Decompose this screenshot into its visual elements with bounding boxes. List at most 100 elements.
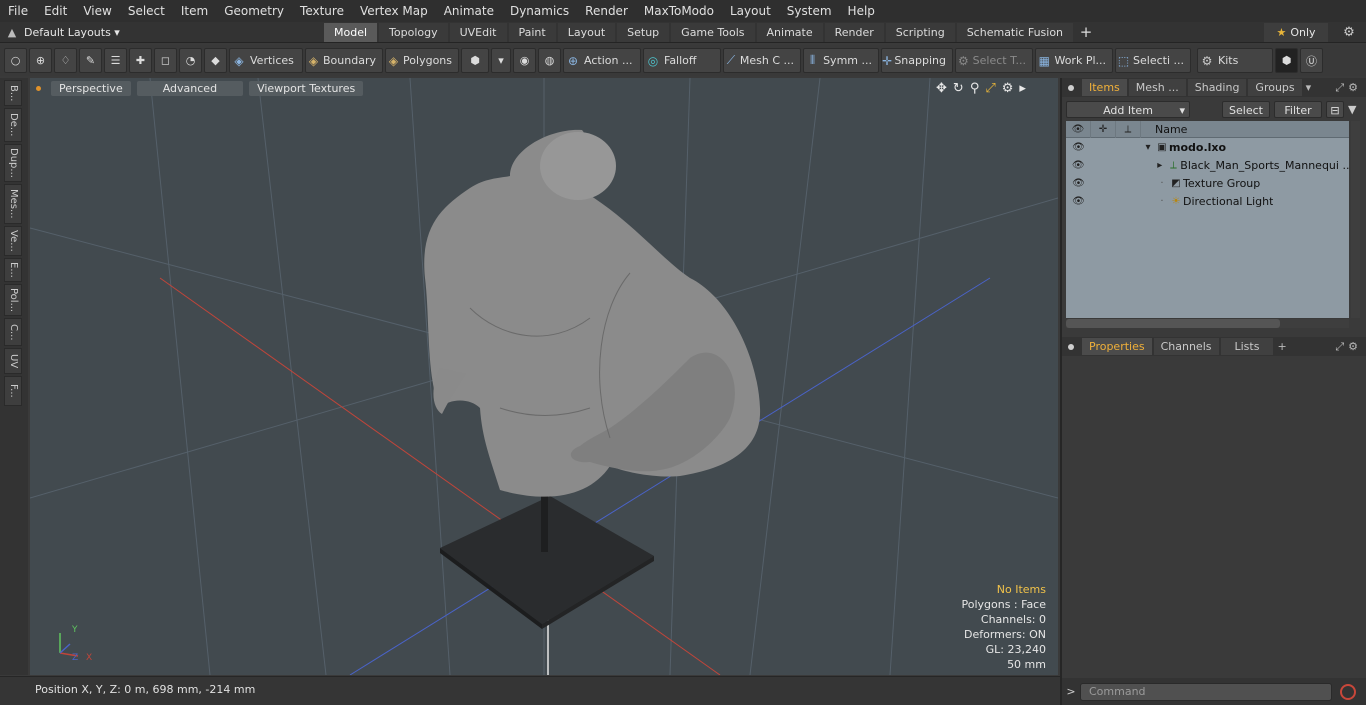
tab-scripting[interactable]: Scripting (885, 22, 955, 42)
menu-file[interactable]: File (0, 0, 36, 22)
only-toggle[interactable]: ★ Only (1264, 22, 1328, 42)
work-plane-button[interactable]: ▦ Work Pl... (1035, 48, 1113, 73)
orbit-icon[interactable]: ↻ (953, 81, 964, 96)
tab-shading[interactable]: Shading (1187, 79, 1247, 96)
tab-properties[interactable]: Properties (1082, 338, 1152, 355)
tab-paint[interactable]: Paint (508, 22, 556, 42)
item-mode-icon[interactable]: ◆ (204, 48, 227, 73)
tab-uvedit[interactable]: UVEdit (449, 22, 507, 42)
action-center-button[interactable]: ⊕ Action ... (563, 48, 641, 73)
gear-icon[interactable]: ⚙ (1338, 25, 1360, 40)
menu-render[interactable]: Render (577, 0, 636, 22)
viewport-gear-icon[interactable]: ⚙ (1002, 81, 1014, 96)
globe-icon[interactable]: ⊕ (29, 48, 52, 73)
tab-layout[interactable]: Layout (557, 22, 616, 42)
render-column-icon[interactable]: ⟂ (1116, 120, 1141, 138)
left-tab-curve[interactable]: C... (4, 318, 22, 346)
tab-topology[interactable]: Topology (379, 22, 448, 42)
symmetry-button[interactable]: ⫴ Symm ... (803, 48, 879, 73)
tab-schematic-fusion[interactable]: Schematic Fusion (956, 22, 1074, 42)
menu-item[interactable]: Item (173, 0, 216, 22)
tab-render[interactable]: Render (824, 22, 884, 42)
visibility-column-icon[interactable]: 👁 (1066, 120, 1091, 138)
tab-groups[interactable]: Groups (1248, 79, 1302, 96)
menu-view[interactable]: View (75, 0, 119, 22)
tree-row[interactable]: 👁 ▸ ⟂ Black_Man_Sports_Mannequi ... (1066, 156, 1349, 174)
tree-row[interactable]: 👁 ▾ ▣ modo.lxo (1066, 138, 1349, 156)
left-tab-polygon[interactable]: Pol... (4, 284, 22, 316)
eye-icon[interactable]: 👁 (1066, 139, 1091, 156)
layout-collapse-icon[interactable]: ▲ (0, 26, 24, 39)
tab-animate[interactable]: Animate (756, 22, 823, 42)
panel-maximize-gear-icon[interactable]: ⤢⚙ (1335, 81, 1362, 95)
left-tab-duplicate[interactable]: Dup... (4, 144, 22, 182)
left-tab-edge[interactable]: E... (4, 258, 22, 282)
left-tab-vertex[interactable]: Ve... (4, 226, 22, 256)
advanced-button[interactable]: Advanced (136, 80, 244, 96)
viewport-options-dot-icon[interactable] (36, 85, 41, 91)
panel-dot-icon[interactable] (1068, 84, 1074, 91)
scrollbar-thumb[interactable] (1066, 319, 1280, 328)
mesh-constraint-button[interactable]: ⟋ Mesh C ... (723, 48, 801, 73)
eye-icon[interactable]: 👁 (1066, 175, 1091, 192)
eye-icon[interactable]: 👁 (1066, 193, 1091, 210)
eye-icon[interactable]: 👁 (1066, 157, 1090, 174)
tab-lists[interactable]: Lists (1220, 338, 1274, 355)
lock-column-icon[interactable]: ✛ (1091, 120, 1116, 138)
menu-select[interactable]: Select (120, 0, 173, 22)
filter-button[interactable]: Filter (1274, 100, 1322, 118)
scale-icon[interactable]: ◻ (154, 48, 177, 73)
zoom-icon[interactable]: ⚲ (970, 81, 980, 96)
tab-game-tools[interactable]: Game Tools (671, 22, 755, 42)
unreal-icon[interactable]: Ⓤ (1300, 48, 1323, 73)
select-circle-icon[interactable]: ○ (4, 48, 27, 73)
tab-channels[interactable]: Channels (1153, 338, 1219, 355)
add-tab-icon[interactable]: + (1075, 23, 1097, 41)
pen-icon[interactable]: ♢ (54, 48, 77, 73)
tab-model[interactable]: Model (324, 22, 378, 42)
add-panel-tab-icon[interactable]: + (1277, 340, 1286, 353)
3d-viewport[interactable]: Y X Z Perspective Advanced Viewport Text… (30, 78, 1058, 675)
add-item-button[interactable]: Add Item ▾ (1066, 100, 1190, 118)
material-icon[interactable]: ⬢ (461, 48, 489, 73)
menu-maxtomodo[interactable]: MaxToModo (636, 0, 722, 22)
menu-system[interactable]: System (779, 0, 840, 22)
command-input[interactable]: Command (1080, 682, 1332, 701)
tree-row[interactable]: 👁 · ◩ Texture Group (1066, 174, 1349, 192)
pan-icon[interactable]: ✥ (936, 81, 947, 96)
panel-maximize-gear-icon[interactable]: ⤢⚙ (1335, 340, 1362, 354)
funnel-icon[interactable]: ▼ (1348, 103, 1356, 116)
chevron-down-icon[interactable]: ▾ (491, 48, 511, 73)
rotate-icon[interactable]: ◔ (179, 48, 202, 73)
maximize-icon[interactable]: ⤢ (985, 81, 995, 96)
viewport-textures-button[interactable]: Viewport Textures (249, 80, 364, 96)
left-tab-fusion[interactable]: F... (4, 376, 22, 406)
expand-arrow-icon[interactable]: ▾ (1141, 142, 1155, 153)
polygons-button[interactable]: ◈ Polygons (385, 48, 459, 73)
more-tabs-icon[interactable]: ▾ (1306, 81, 1312, 94)
symmetry-sphere-icon[interactable]: ◉ (513, 48, 536, 73)
tree-vertical-scrollbar[interactable] (1351, 121, 1360, 318)
select-button[interactable]: Select (1222, 100, 1270, 118)
select-through-button[interactable]: ⚙ Select T... (955, 48, 1033, 73)
left-tab-deform[interactable]: De... (4, 108, 22, 142)
left-tab-mesh-edit[interactable]: Mes... (4, 184, 22, 224)
expand-arrow-icon[interactable]: ▸ (1153, 160, 1167, 171)
transform-icon[interactable]: ✚ (129, 48, 152, 73)
sphere-icon[interactable]: ◍ (538, 48, 561, 73)
viewport-play-icon[interactable]: ▸ (1019, 81, 1026, 96)
left-tab-basic[interactable]: B... (4, 80, 22, 106)
kits-button[interactable]: ⚙ Kits (1197, 48, 1273, 73)
left-tab-uv[interactable]: UV (4, 348, 22, 374)
menu-dynamics[interactable]: Dynamics (502, 0, 577, 22)
menu-texture[interactable]: Texture (292, 0, 352, 22)
selection-sets-button[interactable]: ⬚ Selecti ... (1115, 48, 1191, 73)
collapse-icon[interactable]: ⊟ (1326, 100, 1344, 118)
vertices-button[interactable]: ◈ Vertices (229, 48, 303, 73)
tab-items[interactable]: Items (1082, 79, 1127, 96)
perspective-button[interactable]: Perspective (51, 80, 131, 96)
tree-row[interactable]: 👁 · ☀ Directional Light (1066, 192, 1349, 210)
record-macro-icon[interactable] (1340, 683, 1356, 700)
tree-horizontal-scrollbar[interactable] (1066, 319, 1349, 328)
boundary-button[interactable]: ◈ Boundary (305, 48, 383, 73)
